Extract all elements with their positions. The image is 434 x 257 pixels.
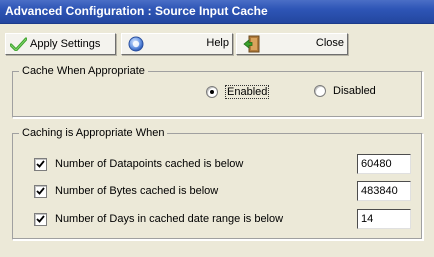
help-icon — [128, 36, 144, 55]
close-button[interactable]: Close — [236, 33, 348, 55]
datapoints-label: Number of Datapoints cached is below — [55, 158, 244, 170]
apply-settings-button[interactable]: Apply Settings — [5, 33, 116, 55]
checkmark-icon — [9, 37, 28, 52]
enabled-radio-label: Enabled — [225, 85, 270, 99]
bytes-checkbox[interactable] — [34, 184, 47, 198]
help-label: Help — [206, 37, 229, 49]
bytes-condition-row: Number of Bytes cached is below — [34, 184, 218, 198]
disabled-radio[interactable]: Disabled — [314, 85, 376, 97]
close-label: Close — [315, 37, 344, 49]
enabled-radio[interactable]: Enabled — [206, 85, 270, 99]
days-condition-row: Number of Days in cached date range is b… — [34, 212, 283, 226]
config-window: Advanced Configuration : Source Input Ca… — [0, 0, 434, 257]
disabled-radio-label: Disabled — [333, 85, 376, 97]
exit-door-icon — [243, 35, 261, 56]
conditions-groupbox: Caching is Appropriate When Number of Da… — [12, 126, 423, 240]
days-input[interactable]: 14 — [357, 209, 411, 229]
radio-unselected-indicator — [314, 85, 326, 97]
days-label: Number of Days in cached date range is b… — [55, 213, 284, 225]
bytes-input[interactable]: 483840 — [357, 181, 411, 201]
apply-settings-label: Apply Settings — [30, 38, 101, 50]
conditions-group-label: Caching is Appropriate When — [19, 126, 168, 140]
bytes-label: Number of Bytes cached is below — [55, 185, 219, 197]
title-bar: Advanced Configuration : Source Input Ca… — [0, 0, 434, 24]
cache-group-label: Cache When Appropriate — [19, 64, 148, 78]
help-button[interactable]: Help — [121, 33, 233, 55]
cache-groupbox: Cache When Appropriate Enabled Disabled — [12, 64, 423, 118]
radio-selected-indicator — [206, 86, 218, 98]
window-title: Advanced Configuration : Source Input Ca… — [5, 4, 268, 18]
datapoints-checkbox[interactable] — [34, 157, 47, 171]
days-checkbox[interactable] — [34, 212, 47, 226]
datapoints-input[interactable]: 60480 — [357, 154, 411, 174]
datapoints-condition-row: Number of Datapoints cached is below — [34, 157, 243, 171]
toolbar: Apply Settings Help Close — [0, 24, 434, 58]
